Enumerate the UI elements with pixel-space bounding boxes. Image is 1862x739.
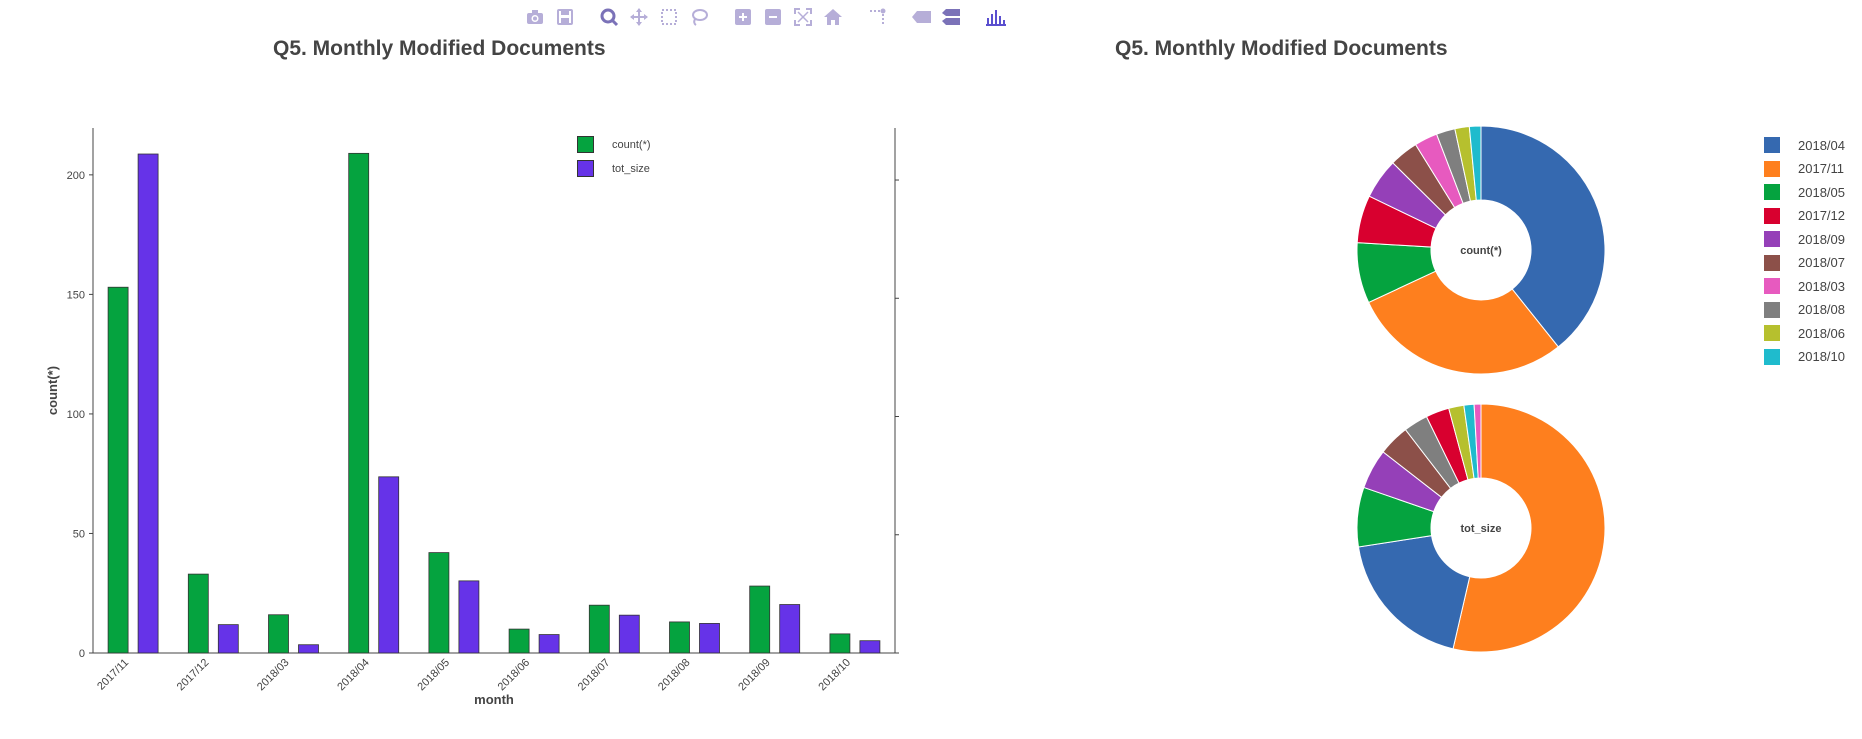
x-tick-label: 2018/07 xyxy=(576,657,613,694)
legend-swatch xyxy=(1764,254,1780,271)
legend-swatch xyxy=(1764,207,1780,224)
bar-tot-size-2018-07[interactable] xyxy=(618,614,640,654)
bar-count-2018-09[interactable] xyxy=(749,585,771,654)
x-axis-title: month xyxy=(474,692,514,707)
bar-legend-item[interactable]: tot_size xyxy=(577,160,650,177)
pie-chart-title: Q5. Monthly Modified Documents xyxy=(1115,37,1448,60)
pie-legend-item[interactable]: 2018/10 xyxy=(1764,348,1845,365)
legend-swatch xyxy=(1764,184,1780,200)
legend-label: tot_size xyxy=(612,162,650,175)
y-tick-label: 100 xyxy=(67,409,85,421)
legend-label: 2018/03 xyxy=(1798,278,1845,294)
legend-label: count(*) xyxy=(612,138,651,151)
x-tick-label: 2017/12 xyxy=(175,657,212,694)
bar-tot-size-2017-11[interactable] xyxy=(137,153,159,654)
pie-legend-item[interactable]: 2018/05 xyxy=(1764,184,1845,200)
x-tick-label: 2017/11 xyxy=(95,657,131,693)
bar-tot-size-2018-09[interactable] xyxy=(779,604,801,654)
bar-count-2018-08[interactable] xyxy=(669,621,690,654)
bar-tot-size-2018-10[interactable] xyxy=(859,640,881,654)
bar-count-2018-06[interactable] xyxy=(508,628,530,654)
legend-label: 2018/05 xyxy=(1798,184,1845,200)
pie-legend-item[interactable]: 2018/03 xyxy=(1764,278,1845,294)
bar-tot-size-2018-03[interactable] xyxy=(298,644,319,654)
bar-legend-item[interactable]: count(*) xyxy=(577,136,651,153)
plotly-logo-button[interactable] xyxy=(980,4,1010,30)
hover-compare-icon xyxy=(942,9,960,25)
x-tick-label: 2018/06 xyxy=(496,657,533,694)
pie-slice-2018-04[interactable] xyxy=(1357,535,1471,650)
x-tick-label: 2018/08 xyxy=(656,657,693,694)
pie-legend-item[interactable]: 2018/07 xyxy=(1764,254,1845,271)
pie-legend-item[interactable]: 2018/04 xyxy=(1764,137,1845,153)
legend-swatch xyxy=(1764,301,1780,318)
pie-hole-label: count(*) xyxy=(1460,245,1502,257)
bar-tot-size-2018-06[interactable] xyxy=(538,634,560,654)
pie-legend-item[interactable]: 2018/06 xyxy=(1764,325,1845,341)
hover-closest-button[interactable] xyxy=(906,4,936,30)
pie-legend-item[interactable]: 2018/09 xyxy=(1764,231,1845,247)
legend-swatch xyxy=(1764,348,1780,365)
legend-label: 2018/07 xyxy=(1798,255,1845,270)
legend-swatch xyxy=(1764,325,1780,341)
bar-count-2018-10[interactable] xyxy=(829,633,851,654)
hover-closest-icon xyxy=(912,11,931,23)
y-tick-label: 50 xyxy=(73,528,85,540)
legend-label: 2018/06 xyxy=(1798,325,1845,341)
bar-tot-size-2017-12[interactable] xyxy=(217,624,239,654)
x-tick-label: 2018/04 xyxy=(335,657,372,694)
x-tick-label: 2018/03 xyxy=(255,657,292,694)
bar-count-2018-04[interactable] xyxy=(348,152,370,654)
legend-label: 2018/08 xyxy=(1798,302,1845,317)
y-axis-title: count(*) xyxy=(45,366,60,415)
legend-label: 2017/12 xyxy=(1798,208,1845,223)
legend-swatch xyxy=(1764,160,1780,177)
legend-label: 2018/09 xyxy=(1798,231,1845,247)
bar-tot-size-2018-08[interactable] xyxy=(699,623,720,654)
legend-label: 2018/10 xyxy=(1798,349,1845,364)
hover-compare-button[interactable] xyxy=(936,4,966,30)
bar-count-2017-11[interactable] xyxy=(107,286,129,654)
pie-legend-item[interactable]: 2017/11 xyxy=(1764,160,1845,177)
plotly-logo-icon xyxy=(986,10,1006,26)
bar-count-2018-03[interactable] xyxy=(268,614,289,654)
y-tick-label: 200 xyxy=(67,170,85,182)
bar-count-2018-05[interactable] xyxy=(428,552,450,654)
legend-swatch xyxy=(577,160,594,177)
legend-swatch xyxy=(1764,231,1780,247)
pie-legend-item[interactable]: 2017/12 xyxy=(1764,207,1845,224)
legend-label: 2017/11 xyxy=(1798,161,1845,176)
legend-swatch xyxy=(1764,278,1780,294)
x-tick-label: 2018/09 xyxy=(736,657,773,694)
bar-tot-size-2018-05[interactable] xyxy=(458,580,480,654)
legend-swatch xyxy=(577,136,594,153)
bar-count-2017-12[interactable] xyxy=(187,573,209,654)
x-tick-label: 2018/05 xyxy=(415,657,452,694)
bar-tot-size-2018-04[interactable] xyxy=(378,476,400,654)
pie-hole-label: tot_size xyxy=(1461,523,1502,535)
y-tick-label: 0 xyxy=(79,648,85,660)
bar-chart[interactable]: 05010015020000.5M1M1.5M2M2017/112017/122… xyxy=(0,0,900,739)
legend-label: 2018/04 xyxy=(1798,137,1845,153)
pie-legend-item[interactable]: 2018/08 xyxy=(1764,301,1845,318)
bar-count-2018-07[interactable] xyxy=(588,604,610,654)
x-tick-label: 2018/10 xyxy=(816,657,853,694)
y-tick-label: 150 xyxy=(67,289,85,301)
legend-swatch xyxy=(1764,137,1780,153)
